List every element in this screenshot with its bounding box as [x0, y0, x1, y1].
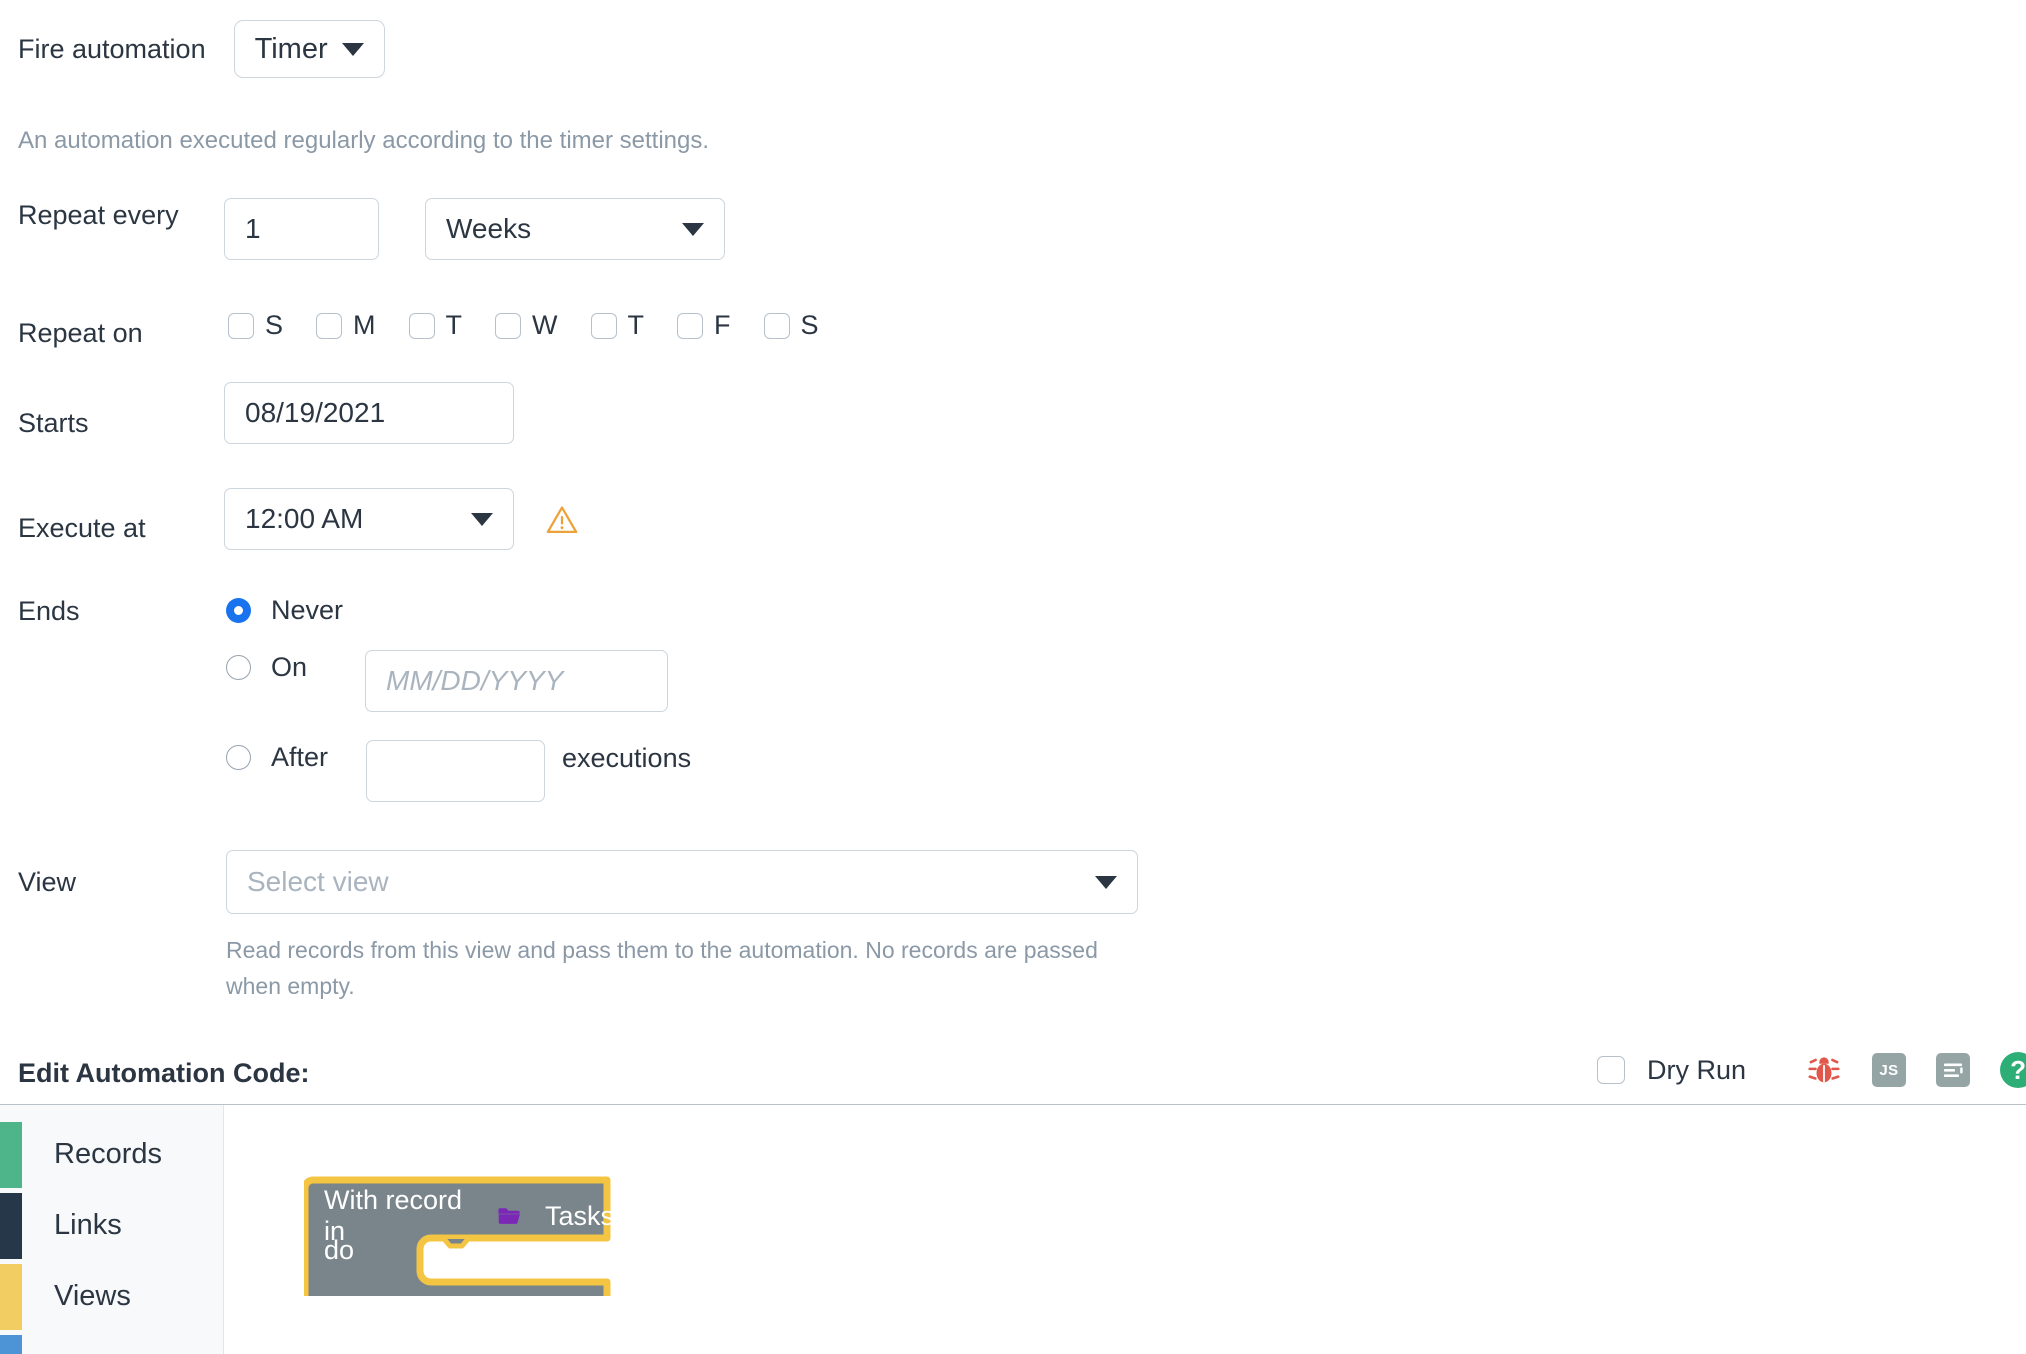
js-icon-label: JS — [1879, 1061, 1899, 1079]
category-color-swatch — [0, 1334, 22, 1354]
repeat-day-thursday[interactable]: T — [590, 310, 645, 341]
fire-automation-label: Fire automation — [18, 33, 206, 64]
execute-at-value: 12:00 AM — [245, 503, 364, 534]
ends-on-option[interactable]: On — [226, 652, 351, 683]
starts-row: Starts — [18, 408, 89, 439]
dry-run-label: Dry Run — [1647, 1054, 1747, 1085]
view-help-line-1: Read records from this view and pass the… — [226, 937, 1098, 963]
fire-automation-description: An automation executed regularly accordi… — [18, 127, 710, 154]
toolbox-item-label: Links — [54, 1209, 122, 1241]
execute-at-row: Execute at — [18, 513, 146, 544]
execute-at-label: Execute at — [18, 513, 146, 543]
view-select[interactable]: Select view — [226, 850, 1138, 914]
toolbox-item-records[interactable]: Records — [0, 1119, 223, 1190]
repeat-interval-input[interactable]: 1 — [224, 198, 379, 260]
bug-icon[interactable] — [1806, 1052, 1842, 1088]
toolbox-item-label: Records — [54, 1138, 162, 1170]
fire-automation-row: Fire automation Timer — [18, 20, 385, 78]
block-line-1: With record in Tasks — [324, 1185, 614, 1247]
ends-on-date-input[interactable]: MM/DD/YYYY — [365, 650, 668, 712]
ends-row: Ends — [18, 596, 80, 627]
radio-on[interactable] — [226, 655, 251, 680]
repeat-day-tuesday[interactable]: T — [408, 310, 463, 341]
ends-executions-label: executions — [562, 743, 692, 773]
repeat-day-sunday[interactable]: S — [228, 310, 283, 341]
ends-after-label: After — [271, 742, 329, 772]
checkbox-monday[interactable] — [316, 312, 343, 339]
chevron-down-icon — [1095, 875, 1117, 889]
repeat-day-monday[interactable]: M — [316, 310, 376, 341]
chevron-down-icon — [682, 222, 704, 236]
automation-code-editor: Records Links Views Utils — [0, 1104, 2026, 1354]
automation-settings-page: Fire automation Timer An automation exec… — [0, 0, 2026, 1354]
help-icon-label: ? — [2010, 1054, 2026, 1085]
radio-after[interactable] — [226, 745, 251, 770]
edit-automation-code-title: Edit Automation Code: — [18, 1058, 310, 1088]
repeat-day-label: T — [445, 310, 463, 340]
ends-never-option[interactable]: Never — [226, 595, 343, 626]
checkbox-wednesday[interactable] — [495, 312, 522, 339]
checkbox-thursday[interactable] — [590, 312, 617, 339]
checkbox-saturday[interactable] — [763, 312, 790, 339]
repeat-day-label: T — [627, 310, 645, 340]
ends-never-label: Never — [271, 595, 344, 625]
execute-at-select[interactable]: 12:00 AM — [224, 488, 514, 550]
checkbox-friday[interactable] — [677, 312, 703, 339]
category-color-swatch — [0, 1121, 22, 1188]
block-with-record-in[interactable]: With record in Tasks do — [301, 1171, 614, 1314]
starts-date-input[interactable]: 08/19/2021 — [224, 382, 514, 444]
view-help-line-2: when empty. — [226, 973, 355, 999]
repeat-day-wednesday[interactable]: W — [495, 310, 558, 341]
repeat-unit-value: Weeks — [446, 213, 532, 244]
repeat-every-row: Repeat every — [18, 200, 179, 231]
dry-run-checkbox[interactable] — [1597, 1056, 1625, 1084]
repeat-day-label: W — [532, 310, 558, 340]
repeat-day-label: S — [265, 310, 284, 340]
fire-automation-trigger-value: Timer — [254, 32, 328, 65]
repeat-on-label: Repeat on — [18, 318, 143, 348]
block-table-name[interactable]: Tasks — [545, 1201, 614, 1232]
view-placeholder: Select view — [247, 866, 389, 897]
format-code-icon[interactable] — [1936, 1053, 1971, 1087]
repeat-on-row: Repeat on — [18, 318, 143, 349]
category-color-swatch — [0, 1192, 22, 1259]
js-icon[interactable]: JS — [1872, 1053, 1907, 1087]
view-label: View — [18, 867, 77, 897]
view-help-text: Read records from this view and pass the… — [226, 932, 1098, 1004]
ends-after-count-input[interactable] — [366, 740, 545, 802]
code-toolbar: Dry Run JS ? — [1597, 1052, 2026, 1088]
ends-after-option[interactable]: After — [226, 742, 371, 773]
blockly-workspace[interactable]: With record in Tasks do — [224, 1105, 2026, 1354]
category-color-swatch — [0, 1263, 22, 1330]
repeat-day-friday[interactable]: F — [677, 310, 731, 341]
repeat-day-saturday[interactable]: S — [763, 310, 819, 341]
toolbox-item-utils[interactable]: Utils — [0, 1332, 223, 1354]
warning-icon — [546, 506, 578, 534]
repeat-day-label: M — [353, 310, 376, 340]
repeat-every-label: Repeat every — [18, 200, 179, 230]
chevron-down-icon — [471, 512, 493, 526]
folder-icon — [498, 1208, 521, 1224]
blockly-toolbox: Records Links Views Utils — [0, 1105, 224, 1354]
checkbox-sunday[interactable] — [228, 312, 254, 339]
toolbox-item-views[interactable]: Views — [0, 1261, 223, 1332]
fire-automation-trigger-dropdown[interactable]: Timer — [233, 20, 385, 78]
checkbox-tuesday[interactable] — [408, 312, 435, 339]
radio-never[interactable] — [226, 598, 251, 623]
repeat-unit-select[interactable]: Weeks — [425, 198, 725, 260]
repeat-on-days: S M T W T F S — [228, 310, 819, 341]
repeat-day-label: S — [800, 310, 819, 340]
repeat-day-label: F — [714, 310, 731, 340]
block-do-label: do — [324, 1235, 355, 1265]
ends-label: Ends — [18, 596, 80, 626]
toolbox-item-links[interactable]: Links — [0, 1190, 223, 1261]
view-row: View — [18, 867, 76, 898]
ends-on-label: On — [271, 652, 308, 682]
toolbox-item-label: Views — [54, 1280, 131, 1312]
help-icon[interactable]: ? — [2000, 1052, 2026, 1088]
starts-label: Starts — [18, 408, 89, 438]
chevron-down-icon — [341, 42, 364, 56]
